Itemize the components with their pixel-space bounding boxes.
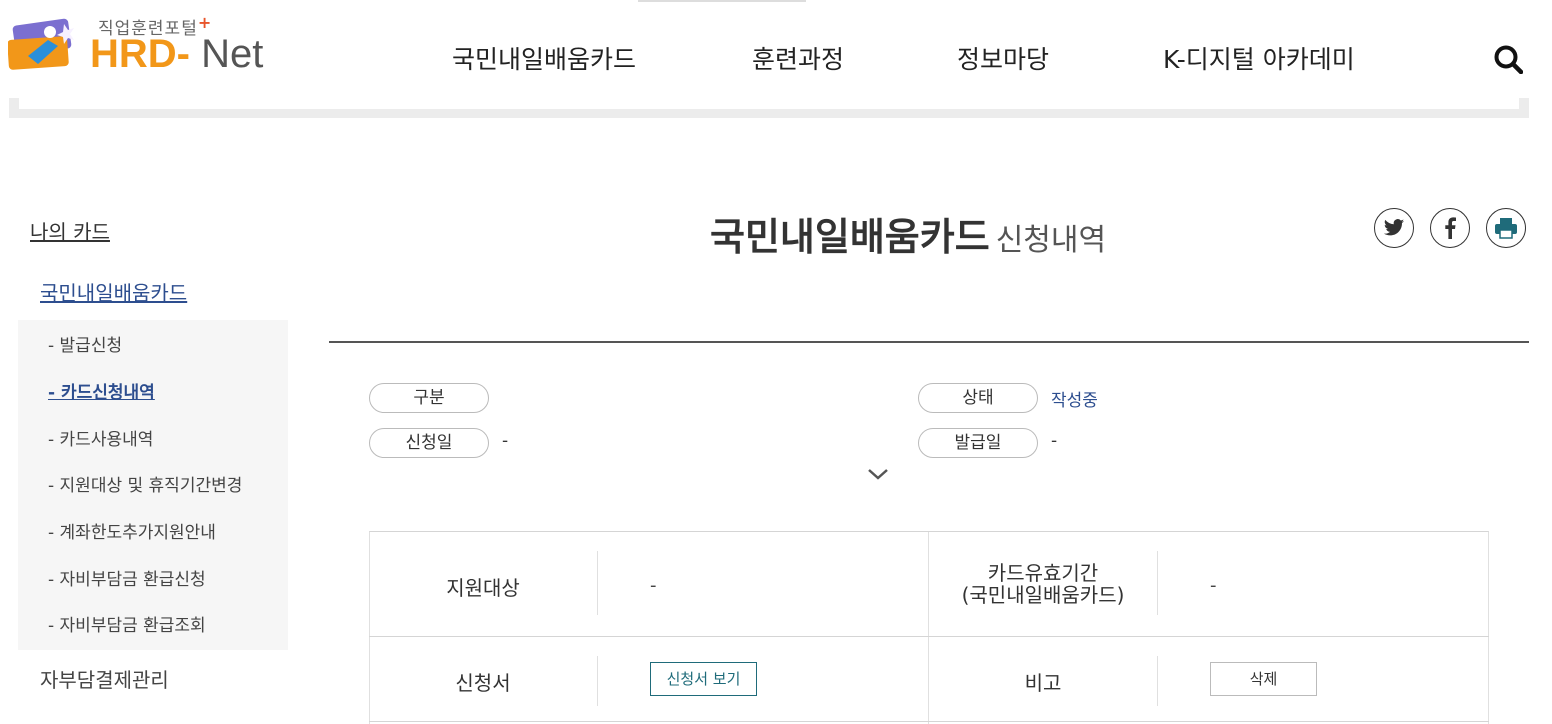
nav-info[interactable]: 정보마당	[957, 40, 1049, 76]
status-value: 작성중	[1051, 391, 1098, 411]
delete-button[interactable]: 삭제	[1210, 662, 1317, 696]
issue-date-label: 발급일	[918, 428, 1038, 458]
support-target-value: -	[650, 575, 657, 596]
logo-hrd-net-text: HRD- Net	[90, 32, 264, 76]
note-label: 비고	[1024, 671, 1062, 695]
page-title-sub: 신청내역	[995, 223, 1107, 258]
twitter-share-button[interactable]	[1374, 208, 1414, 248]
print-button[interactable]	[1486, 208, 1526, 248]
sidebar-item-card-usage[interactable]: - 카드사용내역	[48, 425, 153, 450]
header-divider	[9, 98, 1529, 118]
support-target-label: 지원대상	[446, 576, 520, 600]
card-validity-label-line1: 카드유효기간	[987, 561, 1099, 585]
view-application-button[interactable]: 신청서 보기	[650, 662, 757, 696]
card-validity-value: -	[1210, 575, 1217, 596]
card-validity-label-line2: (국민내일배움카드)	[961, 583, 1125, 607]
sidebar-item-support-change[interactable]: - 지원대상 및 휴직기간변경	[48, 471, 242, 496]
sidebar-title[interactable]: 나의 카드	[30, 216, 110, 245]
column-divider	[1157, 551, 1158, 615]
card-validity-label: 카드유효기간 (국민내일배움카드)	[929, 562, 1157, 606]
print-icon	[1495, 218, 1517, 239]
sidebar-item-card-application-history[interactable]: - 카드신청내역	[48, 378, 155, 403]
top-tab-marker	[638, 0, 806, 2]
sidebar-item-refund-inquiry[interactable]: - 자비부담금 환급조회	[48, 611, 206, 636]
sidebar-item-self-pay-management[interactable]: 자부담결제관리	[40, 664, 169, 693]
row-divider	[369, 721, 1489, 722]
nav-national-card[interactable]: 국민내일배움카드	[452, 40, 636, 76]
category-label: 구분	[369, 383, 489, 413]
column-divider	[1157, 656, 1158, 706]
status-label: 상태	[918, 383, 1038, 413]
apply-date-value: -	[502, 431, 509, 451]
application-form-label: 신청서	[455, 671, 511, 695]
site-logo[interactable]: 직업훈련포털+ HRD- Net	[8, 13, 268, 76]
logo-mark-icon	[8, 18, 74, 70]
twitter-icon	[1383, 219, 1405, 236]
chevron-down-icon[interactable]	[866, 466, 890, 482]
nav-training-course[interactable]: 훈련과정	[752, 40, 844, 76]
column-divider	[597, 656, 598, 706]
row-divider	[369, 636, 1489, 637]
sidebar-section-national-card[interactable]: 국민내일배움카드	[40, 277, 187, 306]
facebook-icon	[1445, 217, 1456, 239]
nav-k-digital[interactable]: K-디지털 아카데미	[1163, 40, 1355, 76]
title-divider	[329, 341, 1529, 343]
search-icon[interactable]	[1493, 44, 1523, 74]
apply-date-label: 신청일	[369, 428, 489, 458]
sidebar-item-account-limit[interactable]: - 계좌한도추가지원안내	[48, 518, 216, 543]
facebook-share-button[interactable]	[1430, 208, 1470, 248]
page-title: 국민내일배움카드 신청내역	[710, 206, 1106, 261]
page-title-main: 국민내일배움카드	[710, 215, 990, 259]
issue-date-value: -	[1051, 431, 1058, 451]
column-divider	[597, 551, 598, 615]
sidebar-item-refund-apply[interactable]: - 자비부담금 환급신청	[48, 565, 206, 590]
sidebar-item-issue-apply[interactable]: - 발급신청	[48, 331, 122, 356]
